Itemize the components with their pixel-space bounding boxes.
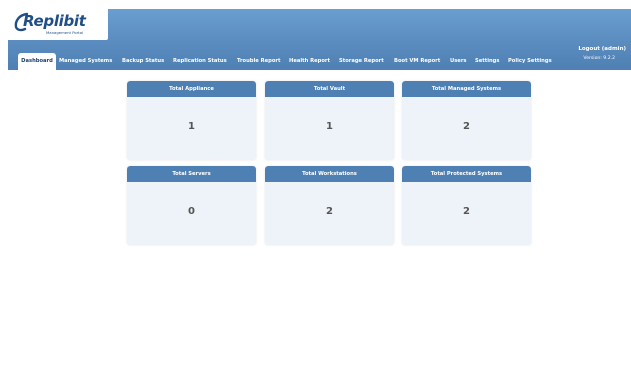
logout-link[interactable]: Logout (admin) bbox=[578, 46, 626, 53]
logo[interactable]: Replibit Management Portal bbox=[8, 9, 108, 40]
nav-tab-boot-vm-report[interactable]: Boot VM Report bbox=[394, 53, 440, 69]
card-title: Total Managed Systems bbox=[402, 81, 531, 97]
card-title: Total Servers bbox=[127, 166, 256, 182]
nav-tab-managed-systems[interactable]: Managed Systems bbox=[59, 53, 112, 69]
stat-card-total-managed-systems: Total Managed Systems 2 bbox=[402, 81, 531, 160]
nav-tab-backup-status[interactable]: Backup Status bbox=[122, 53, 164, 69]
nav-tab-health-report[interactable]: Health Report bbox=[289, 53, 330, 69]
stat-card-total-protected-systems: Total Protected Systems 2 bbox=[402, 166, 531, 245]
nav-tab-trouble-report[interactable]: Trouble Report bbox=[237, 53, 280, 69]
nav-tab-storage-report[interactable]: Storage Report bbox=[339, 53, 384, 69]
nav-tab-users[interactable]: Users bbox=[450, 53, 466, 69]
nav-tab-dashboard[interactable]: Dashboard bbox=[18, 53, 56, 70]
card-value: 2 bbox=[463, 121, 470, 132]
page: Replibit Management Portal Dashboard Man… bbox=[0, 0, 631, 367]
card-title: Total Protected Systems bbox=[402, 166, 531, 182]
card-title: Total Appliance bbox=[127, 81, 256, 97]
card-title: Total Workstations bbox=[265, 166, 394, 182]
logo-text: Replibit bbox=[23, 12, 86, 30]
card-value: 1 bbox=[188, 121, 195, 132]
stat-card-total-appliance: Total Appliance 1 bbox=[127, 81, 256, 160]
header-bar: Replibit Management Portal Dashboard Man… bbox=[8, 9, 631, 70]
version-label: Version: 9.2.2 bbox=[583, 56, 615, 61]
nav-tab-replication-status[interactable]: Replication Status bbox=[173, 53, 227, 69]
card-value: 1 bbox=[326, 121, 333, 132]
card-value: 2 bbox=[463, 206, 470, 217]
stat-card-total-workstations: Total Workstations 2 bbox=[265, 166, 394, 245]
card-title: Total Vault bbox=[265, 81, 394, 97]
card-value: 2 bbox=[326, 206, 333, 217]
nav-tab-policy-settings[interactable]: Policy Settings bbox=[508, 53, 552, 69]
logo-subtitle: Management Portal bbox=[46, 30, 84, 35]
stat-card-total-vault: Total Vault 1 bbox=[265, 81, 394, 160]
stat-card-total-servers: Total Servers 0 bbox=[127, 166, 256, 245]
card-value: 0 bbox=[188, 206, 195, 217]
nav-tab-settings[interactable]: Settings bbox=[475, 53, 500, 69]
